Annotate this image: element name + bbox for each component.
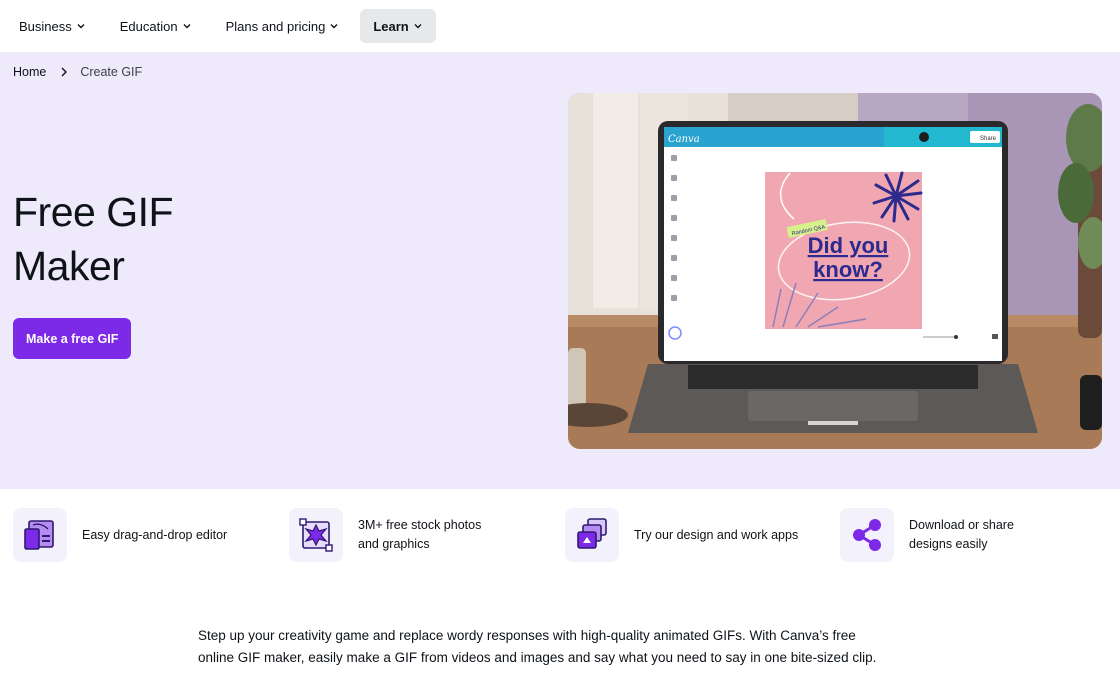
- nav-item-label: Plans and pricing: [225, 18, 326, 34]
- feature-line1: Download or share: [909, 518, 1014, 532]
- laptop-headline-line1: Did you: [808, 233, 889, 258]
- stock-graphics-icon: [289, 508, 343, 562]
- chevron-down-icon: [414, 24, 422, 29]
- top-nav: Business Education Plans and pricing Lea…: [0, 0, 1120, 52]
- feature-download-share: Download or share designs easily: [840, 508, 1014, 562]
- chevron-down-icon: [330, 24, 338, 29]
- intro-description-line2: online GIF maker, easily make a GIF from…: [198, 650, 877, 665]
- feature-line1: Try our design and work apps: [634, 527, 799, 542]
- feature-list: Easy drag-and-drop editor 3M+ free stock…: [13, 508, 1113, 568]
- feature-text: 3M+ free stock photos and graphics: [358, 516, 481, 554]
- feature-text: Try our design and work apps: [634, 526, 798, 545]
- chevron-down-icon: [77, 24, 85, 29]
- feature-line2: and graphics: [358, 537, 430, 551]
- nav-item-label: Business: [19, 18, 72, 34]
- nav-item-learn[interactable]: Learn: [360, 9, 436, 43]
- feature-line1: 3M+ free stock photos: [358, 518, 482, 532]
- feature-stock-photos: 3M+ free stock photos and graphics: [289, 508, 481, 562]
- chevron-down-icon: [183, 24, 191, 29]
- intro-description-line1: Step up your creativity game and replace…: [198, 628, 856, 643]
- nav-item-label: Learn: [373, 18, 409, 34]
- laptop-headline-line2: know?: [813, 257, 883, 282]
- chevron-right-icon: [61, 67, 68, 77]
- breadcrumb-home-link[interactable]: Home: [13, 65, 46, 79]
- laptop-brand-text: Canva: [668, 134, 700, 145]
- share-icon: [840, 508, 894, 562]
- feature-line1: Easy drag-and-drop editor: [82, 527, 228, 542]
- hero-section: Home Create GIF Free GIF Maker Make a fr…: [0, 52, 1120, 489]
- nav-item-plans-and-pricing[interactable]: Plans and pricing: [213, 9, 353, 43]
- page-title-line2: Maker: [13, 243, 125, 289]
- feature-text: Download or share designs easily: [909, 516, 1014, 554]
- apps-icon: [565, 508, 619, 562]
- nav-item-education[interactable]: Education: [107, 9, 205, 43]
- feature-text: Easy drag-and-drop editor: [82, 526, 227, 545]
- laptop-share-text: Share: [980, 136, 997, 142]
- breadcrumb: Home Create GIF: [13, 65, 142, 79]
- feature-line2: designs easily: [909, 537, 988, 551]
- drag-drop-editor-icon: [13, 508, 67, 562]
- hero-image: Canva Share Random Q&A Did you know?: [568, 93, 1102, 449]
- page-title: Free GIF Maker: [13, 185, 253, 293]
- feature-drag-drop: Easy drag-and-drop editor: [13, 508, 227, 562]
- make-free-gif-button[interactable]: Make a free GIF: [13, 318, 132, 359]
- intro-description: Step up your creativity game and replace…: [198, 625, 928, 669]
- page-title-line1: Free GIF: [13, 189, 174, 235]
- breadcrumb-current: Create GIF: [80, 65, 143, 79]
- nav-item-label: Education: [119, 18, 178, 34]
- nav-item-business[interactable]: Business: [6, 9, 99, 43]
- feature-design-apps: Try our design and work apps: [565, 508, 798, 562]
